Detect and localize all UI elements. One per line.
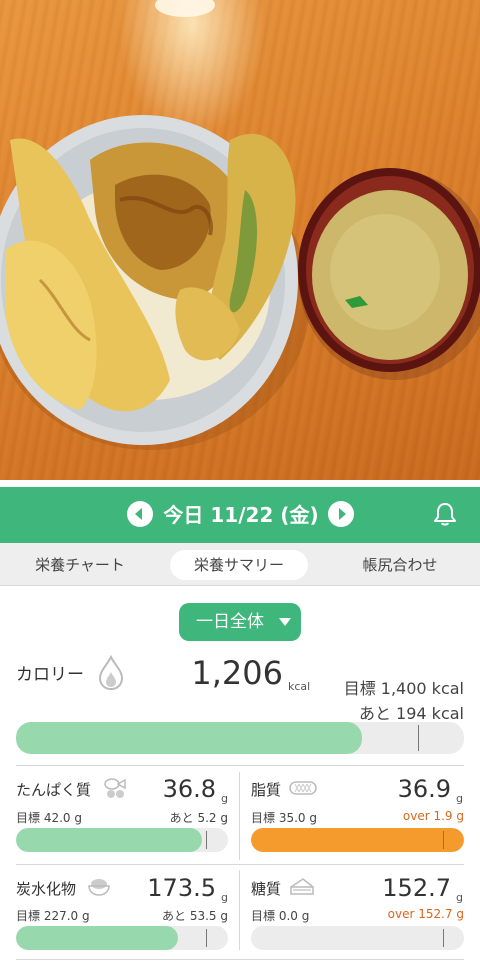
calorie-remaining: あと 194 kcal <box>358 704 464 723</box>
nutrient-progress-bar <box>16 926 228 950</box>
calorie-progress-fill <box>16 722 363 754</box>
nutrient-progress-bar <box>16 828 228 852</box>
current-date: 今日 11/22 (金) <box>163 503 319 527</box>
nutrient-name: 糖質 <box>251 880 282 898</box>
nutrient-name: 脂質 <box>251 781 282 799</box>
calorie-label: カロリー <box>16 665 84 685</box>
nutrient-target-marker <box>206 929 207 947</box>
next-day-button[interactable] <box>328 501 354 527</box>
nutrient-target: 目標 227.0 g <box>16 909 90 923</box>
nutrient-progress-fill <box>251 828 464 852</box>
tab-nutrition-summary[interactable]: 栄養サマリー <box>170 550 308 580</box>
rice-bowl-icon <box>88 879 110 896</box>
divider <box>16 959 464 960</box>
calorie-target-marker <box>418 725 419 751</box>
calorie-target: 目標 1,400 kcal <box>343 679 464 698</box>
divider <box>16 864 464 865</box>
nutrient-name: 炭水化物 <box>16 880 77 898</box>
meal-photo <box>0 0 480 480</box>
nutrient-value: 36.8 <box>162 775 216 803</box>
date-header: 今日 11/22 (金) <box>0 487 480 543</box>
bell-icon[interactable] <box>431 500 459 528</box>
fat-icon <box>289 781 317 795</box>
nutrient-value: 152.7 <box>382 874 451 902</box>
nutrient-target-marker <box>206 831 207 849</box>
divider <box>16 765 464 766</box>
nutrient-progress-fill <box>16 926 178 950</box>
chevron-right-icon <box>339 508 346 520</box>
nutrient-unit: g <box>456 891 463 904</box>
view-tabs: 栄養チャート 栄養サマリー 帳尻合わせ <box>0 543 480 586</box>
nutrient-value: 173.5 <box>147 874 216 902</box>
period-select[interactable]: 一日全体 <box>179 603 301 641</box>
calorie-value: 1,206 <box>191 654 283 692</box>
cake-icon <box>290 878 314 895</box>
flame-icon <box>98 655 124 691</box>
nutrient-target-marker <box>443 831 444 849</box>
protein-foods-icon <box>104 778 126 798</box>
divider <box>239 870 240 950</box>
nutrient-unit: g <box>221 792 228 805</box>
nutrient-target: 目標 0.0 g <box>251 909 310 923</box>
nutrient-value: 36.9 <box>397 775 451 803</box>
tab-balance-adjust[interactable]: 帳尻合わせ <box>330 550 470 580</box>
period-label: 一日全体 <box>196 612 264 632</box>
nutrient-progress-bar <box>251 926 464 950</box>
nutrient-remaining: あと 5.2 g <box>169 811 228 825</box>
chevron-left-icon <box>135 508 142 520</box>
nutrient-over: over 152.7 g <box>387 907 464 921</box>
nutrient-progress-fill <box>16 828 202 852</box>
nutrient-over: over 1.9 g <box>402 809 464 823</box>
nutrient-remaining: あと 53.5 g <box>162 909 228 923</box>
nutrient-target: 目標 42.0 g <box>16 811 82 825</box>
calorie-progress-bar <box>16 722 464 754</box>
tendon-and-miso-photo <box>0 0 480 450</box>
nutrient-progress-bar <box>251 828 464 852</box>
nutrient-unit: g <box>221 891 228 904</box>
nutrient-target: 目標 35.0 g <box>251 811 317 825</box>
divider <box>239 772 240 860</box>
nutrient-name: たんぱく質 <box>16 781 92 799</box>
nutrient-target-marker <box>443 929 444 947</box>
nutrient-unit: g <box>456 792 463 805</box>
caret-down-icon <box>279 618 291 626</box>
previous-day-button[interactable] <box>127 501 153 527</box>
tab-nutrition-chart[interactable]: 栄養チャート <box>10 550 150 580</box>
